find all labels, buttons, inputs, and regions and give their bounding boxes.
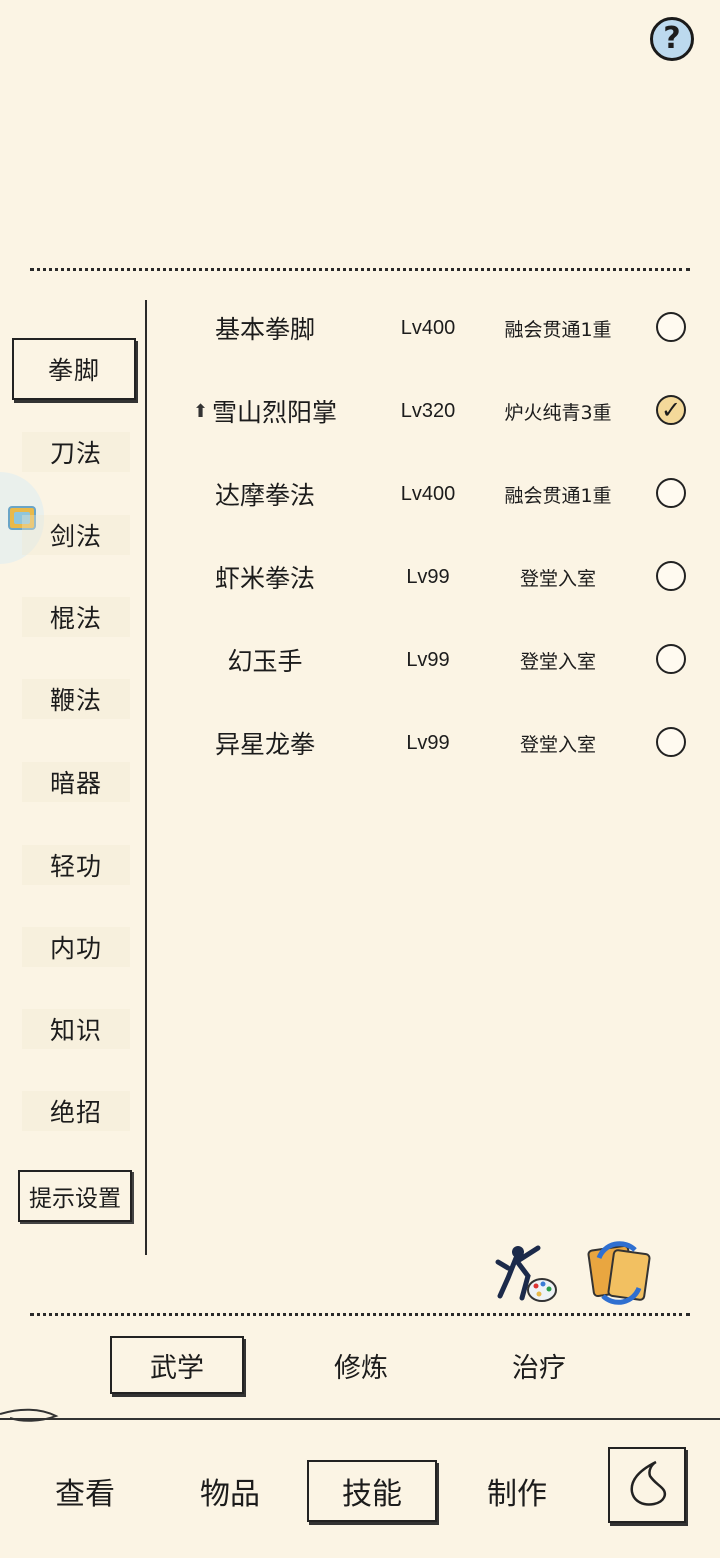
brush-separator xyxy=(0,1418,720,1420)
book-swap-icon[interactable] xyxy=(585,1238,653,1306)
skill-select-radio[interactable] xyxy=(656,478,686,508)
skill-row[interactable]: 虾米拳法 Lv99 登堂入室 xyxy=(160,547,705,607)
skill-name: 基本拳脚 xyxy=(214,315,315,344)
skill-select-radio[interactable] xyxy=(656,561,686,591)
skill-level: Lv99 xyxy=(406,565,450,588)
category-tab-quanjiao[interactable]: 拳脚 xyxy=(12,338,136,400)
top-divider xyxy=(30,268,690,271)
skill-level: Lv99 xyxy=(406,648,450,671)
nav-tab-label: 物品 xyxy=(200,1477,260,1512)
skill-select-radio[interactable] xyxy=(656,644,686,674)
category-tab-label: 暗器 xyxy=(49,769,102,798)
category-tab-gunfa[interactable]: 棍法 xyxy=(22,597,130,637)
sub-tab-xiulian[interactable]: 修炼 xyxy=(294,1336,428,1394)
nav-tab-view[interactable]: 查看 xyxy=(20,1460,150,1522)
sub-tab-zhiliao[interactable]: 治疗 xyxy=(472,1336,606,1394)
nav-tab-items[interactable]: 物品 xyxy=(165,1460,295,1522)
category-tab-label: 知识 xyxy=(49,1016,102,1045)
skill-select-radio[interactable] xyxy=(656,727,686,757)
category-tab-juezhao[interactable]: 绝招 xyxy=(22,1091,130,1131)
up-arrow-icon: ⬆ xyxy=(192,400,209,422)
category-tab-label: 鞭法 xyxy=(49,686,102,715)
help-button[interactable]: ? xyxy=(650,17,694,61)
category-tab-label: 绝招 xyxy=(49,1098,102,1127)
category-tab-neigong[interactable]: 内功 xyxy=(22,927,130,967)
sub-tab-label: 修炼 xyxy=(334,1352,388,1384)
category-tab-daofa[interactable]: 刀法 xyxy=(22,432,130,472)
back-swirl-icon xyxy=(630,1460,666,1506)
tip-settings-button[interactable]: 提示设置 xyxy=(18,1170,132,1222)
check-icon: ✓ xyxy=(660,396,682,424)
back-button[interactable] xyxy=(608,1447,686,1523)
skill-stage: 登堂入室 xyxy=(519,650,596,673)
category-tab-anqi[interactable]: 暗器 xyxy=(22,762,130,802)
skill-select-radio-checked[interactable]: ✓ xyxy=(656,395,686,425)
skill-name-wrap: ⬆ 雪山烈阳掌 xyxy=(160,381,370,441)
skill-name: 达摩拳法 xyxy=(214,481,315,510)
category-tab-jianfa[interactable]: 剑法 xyxy=(22,515,130,555)
skill-name: 异星龙拳 xyxy=(214,730,315,759)
skill-stage: 融会贯通1重 xyxy=(504,484,612,507)
bottom-divider xyxy=(30,1313,690,1316)
skill-level: Lv400 xyxy=(400,316,456,339)
skill-stage: 登堂入室 xyxy=(519,567,596,590)
skill-name: 虾米拳法 xyxy=(214,564,315,593)
category-tab-label: 剑法 xyxy=(49,522,102,551)
skill-row[interactable]: ⬆ 雪山烈阳掌 Lv320 炉火纯青3重 ✓ xyxy=(160,381,705,441)
skill-stage: 融会贯通1重 xyxy=(504,318,612,341)
category-tab-label: 棍法 xyxy=(49,604,102,633)
category-tab-qinggong[interactable]: 轻功 xyxy=(22,845,130,885)
skill-stage: 登堂入室 xyxy=(519,733,596,756)
skill-level: Lv400 xyxy=(400,482,456,505)
nav-tab-label: 制作 xyxy=(487,1477,547,1512)
category-tab-label: 内功 xyxy=(49,934,102,963)
nav-tab-label: 查看 xyxy=(55,1477,115,1512)
skill-select-radio[interactable] xyxy=(656,312,686,342)
category-tab-label: 拳脚 xyxy=(47,356,100,385)
sidebar-separator xyxy=(145,300,147,1255)
nav-tab-crafting[interactable]: 制作 xyxy=(452,1460,582,1522)
brush-swirl xyxy=(0,1408,59,1422)
sub-tab-wuxue[interactable]: 武学 xyxy=(110,1336,244,1394)
skill-row[interactable]: 异星龙拳 Lv99 登堂入室 xyxy=(160,713,705,773)
category-tab-label: 轻功 xyxy=(49,852,102,881)
sub-tab-label: 武学 xyxy=(150,1352,204,1384)
skill-row[interactable]: 达摩拳法 Lv400 融会贯通1重 xyxy=(160,464,705,524)
skill-level: Lv99 xyxy=(406,731,450,754)
skill-stage: 炉火纯青3重 xyxy=(504,401,612,424)
skill-name: 雪山烈阳掌 xyxy=(212,398,338,427)
category-tab-bianfa[interactable]: 鞭法 xyxy=(22,679,130,719)
skill-name: 幻玉手 xyxy=(227,647,303,676)
skill-level: Lv320 xyxy=(400,399,456,422)
category-tab-zhishi[interactable]: 知识 xyxy=(22,1009,130,1049)
sub-tab-label: 治疗 xyxy=(512,1352,566,1384)
skill-row[interactable]: 基本拳脚 Lv400 融会贯通1重 xyxy=(160,298,705,358)
skill-row[interactable]: 幻玉手 Lv99 登堂入室 xyxy=(160,630,705,690)
category-tab-label: 刀法 xyxy=(49,439,102,468)
martial-artist-palette-icon[interactable] xyxy=(494,1238,562,1306)
nav-tab-label: 技能 xyxy=(342,1477,402,1512)
nav-tab-skills[interactable]: 技能 xyxy=(307,1460,437,1522)
